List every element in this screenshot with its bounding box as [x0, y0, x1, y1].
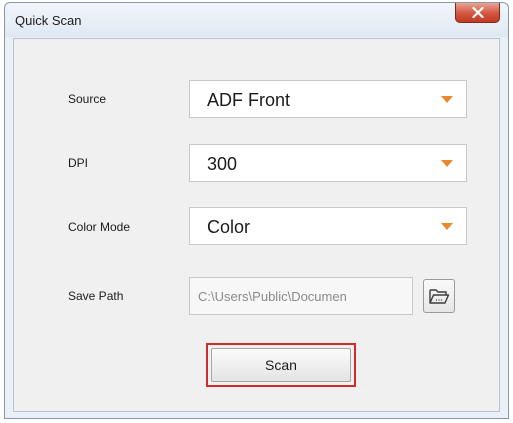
close-icon — [471, 7, 484, 18]
scan-button[interactable]: Scan — [211, 348, 351, 382]
chevron-down-icon — [441, 96, 453, 103]
save-path-label: Save Path — [68, 289, 124, 303]
chevron-down-icon — [441, 160, 453, 167]
window-title: Quick Scan — [15, 13, 82, 28]
title-bar: Quick Scan — [5, 3, 508, 37]
color-mode-value: Color — [207, 217, 251, 237]
folder-open-icon — [429, 289, 450, 304]
color-mode-label: Color Mode — [68, 220, 131, 234]
quick-scan-dialog: Quick Scan Source ADF Front DPI 300 Colo… — [4, 2, 509, 419]
chevron-down-icon — [441, 223, 453, 230]
save-path-input[interactable] — [189, 277, 413, 315]
dpi-label: DPI — [68, 156, 89, 170]
source-value: ADF Front — [207, 90, 291, 110]
browse-folder-button[interactable] — [423, 279, 455, 313]
dpi-value: 300 — [207, 154, 238, 174]
source-dropdown[interactable]: ADF Front — [189, 80, 467, 118]
dialog-body: Source ADF Front DPI 300 Color Mode Colo… — [13, 38, 500, 412]
close-button[interactable] — [455, 3, 500, 23]
color-mode-dropdown[interactable]: Color — [189, 207, 467, 245]
scan-button-label: Scan — [265, 357, 297, 373]
dpi-dropdown[interactable]: 300 — [189, 144, 467, 182]
source-label: Source — [68, 92, 107, 106]
scan-button-highlight[interactable]: Scan — [206, 343, 356, 387]
